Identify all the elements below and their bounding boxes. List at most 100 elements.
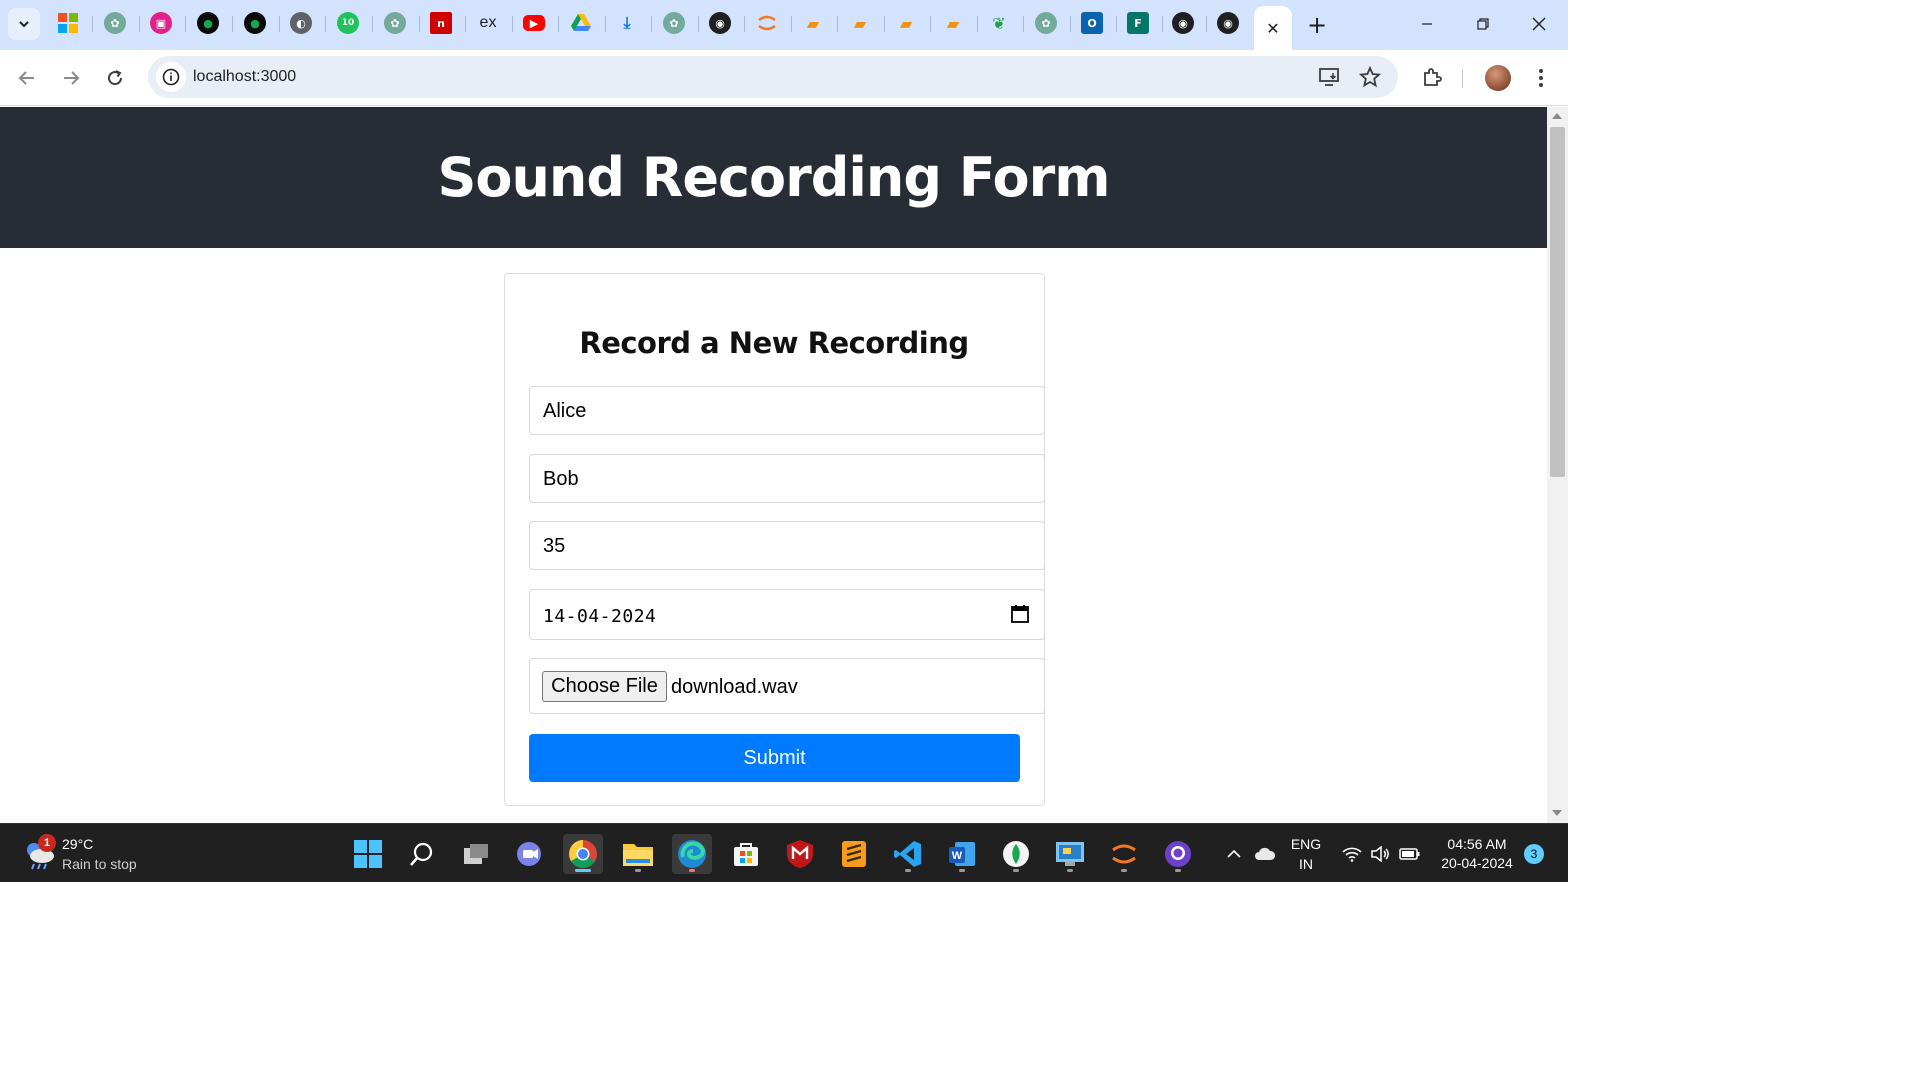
menu-kebab-icon[interactable]: [1527, 64, 1555, 92]
ten-icon[interactable]: 10: [337, 12, 359, 34]
github-icon[interactable]: ◉: [1217, 12, 1239, 34]
youtube-icon[interactable]: ▶: [523, 15, 545, 31]
vscode-app-button[interactable]: [888, 834, 928, 874]
age-field-value: 35: [543, 535, 566, 557]
cloud-icon: [1255, 847, 1276, 860]
wifi-button[interactable]: [1340, 834, 1364, 874]
windows-logo-icon: [354, 840, 382, 868]
github-icon[interactable]: ◉: [1172, 12, 1194, 34]
store-icon: [734, 843, 758, 866]
svg-text:W: W: [952, 850, 963, 862]
outlook-icon[interactable]: O: [1081, 12, 1103, 34]
mcafee-app-button[interactable]: [780, 834, 820, 874]
leaf-icon[interactable]: ❦: [988, 12, 1010, 34]
word-app-button[interactable]: W: [942, 834, 982, 874]
install-app-icon[interactable]: [1318, 65, 1342, 89]
chevron-up-icon: [1227, 849, 1241, 858]
github-icon: [1165, 841, 1191, 867]
language-indicator-bottom[interactable]: IN: [1286, 856, 1326, 872]
n-icon[interactable]: n: [430, 12, 452, 34]
chatgpt-icon[interactable]: ✿: [104, 12, 126, 34]
book-icon[interactable]: ▰: [895, 12, 917, 34]
forward-button[interactable]: [55, 62, 87, 94]
extensions-icon[interactable]: [1418, 64, 1446, 92]
close-window-button[interactable]: [1516, 10, 1562, 38]
download-icon[interactable]: ⤓: [616, 12, 638, 34]
battery-button[interactable]: [1396, 834, 1424, 874]
github-desktop-button[interactable]: [1158, 834, 1198, 874]
book-icon[interactable]: ▰: [849, 12, 871, 34]
minimize-button[interactable]: [1404, 10, 1450, 38]
google-drive-icon[interactable]: [570, 12, 592, 34]
book-icon[interactable]: ▰: [802, 12, 824, 34]
page-title: Sound Recording Form: [437, 146, 1110, 209]
scroll-down-arrow-icon[interactable]: [1552, 810, 1562, 816]
page-header: Sound Recording Form: [0, 107, 1547, 248]
url-text[interactable]: localhost:3000: [193, 68, 296, 86]
date-field-value: 14-04-2024: [543, 606, 657, 627]
start-button[interactable]: [348, 834, 388, 874]
microsoft-icon[interactable]: [57, 12, 79, 34]
vscode-icon: [894, 841, 921, 867]
bookmark-star-icon[interactable]: [1358, 65, 1382, 89]
edge-app-button[interactable]: [672, 834, 712, 874]
sublime-app-button[interactable]: [834, 834, 874, 874]
ex-icon[interactable]: ex: [477, 12, 499, 34]
chrome-app-button[interactable]: [563, 834, 603, 874]
address-bar[interactable]: localhost:3000: [148, 56, 1398, 98]
teams-chat-button[interactable]: [510, 834, 550, 874]
control-panel-button[interactable]: [1050, 834, 1090, 874]
restore-icon: [1477, 18, 1489, 30]
close-icon[interactable]: ✕: [1266, 19, 1279, 38]
store-app-button[interactable]: [726, 834, 766, 874]
mongodb-icon[interactable]: ●: [197, 12, 219, 34]
active-tab[interactable]: ✕: [1254, 6, 1292, 50]
chatgpt-icon[interactable]: ✿: [1035, 12, 1057, 34]
chatgpt-icon[interactable]: ✿: [663, 12, 685, 34]
back-button[interactable]: [11, 62, 43, 94]
page-scrollbar[interactable]: [1547, 107, 1568, 823]
tab-search-button[interactable]: [8, 8, 40, 40]
jupyter-icon[interactable]: [756, 12, 778, 34]
toolbar-divider: [1462, 70, 1463, 88]
age-field[interactable]: 35: [529, 521, 1045, 570]
forms-icon[interactable]: F: [1127, 12, 1149, 34]
app-icon-pink[interactable]: ▣: [150, 12, 172, 34]
volume-button[interactable]: [1368, 834, 1392, 874]
restore-button[interactable]: [1460, 10, 1506, 38]
submit-button[interactable]: Submit: [529, 734, 1020, 782]
scroll-up-arrow-icon[interactable]: [1552, 113, 1562, 119]
jupyter-app-button[interactable]: [1104, 834, 1144, 874]
mongodb-compass-button[interactable]: [996, 834, 1036, 874]
name-field-2[interactable]: Bob: [529, 454, 1045, 503]
file-explorer-button[interactable]: [618, 834, 658, 874]
name-field-2-value: Bob: [543, 468, 579, 490]
choose-file-button[interactable]: Choose File: [542, 671, 667, 702]
onedrive-button[interactable]: [1250, 834, 1280, 874]
task-view-button[interactable]: [456, 834, 496, 874]
search-button[interactable]: [402, 834, 442, 874]
calendar-icon[interactable]: [1010, 604, 1030, 624]
globe-icon[interactable]: ◐: [290, 12, 312, 34]
recording-form: Record a New Recording Alice Bob 35 14-0…: [504, 273, 1045, 806]
new-tab-button[interactable]: +: [1304, 11, 1330, 39]
book-icon[interactable]: ▰: [942, 12, 964, 34]
chatgpt-icon[interactable]: ✿: [384, 12, 406, 34]
windows-taskbar: 1 29°C Rain to stop W ENG IN 04:56 AM 20…: [0, 823, 1568, 882]
scrollbar-thumb[interactable]: [1550, 127, 1565, 477]
notification-count-badge[interactable]: 3: [1524, 844, 1544, 864]
clock-date[interactable]: 20-04-2024: [1432, 855, 1522, 871]
mongodb-icon[interactable]: ●: [244, 12, 266, 34]
language-indicator-top[interactable]: ENG: [1286, 836, 1326, 852]
github-icon[interactable]: ◉: [709, 12, 731, 34]
file-name-label: download.wav: [671, 676, 798, 698]
date-field[interactable]: 14-04-2024: [529, 589, 1045, 640]
show-hidden-icons-button[interactable]: [1222, 834, 1246, 874]
arrow-right-icon: [64, 71, 80, 85]
word-icon: W: [949, 842, 975, 866]
site-info-icon[interactable]: [156, 62, 186, 92]
clock-time[interactable]: 04:56 AM: [1432, 836, 1522, 852]
name-field-1[interactable]: Alice: [529, 386, 1045, 435]
profile-avatar[interactable]: [1485, 65, 1511, 91]
reload-button[interactable]: [99, 62, 131, 94]
